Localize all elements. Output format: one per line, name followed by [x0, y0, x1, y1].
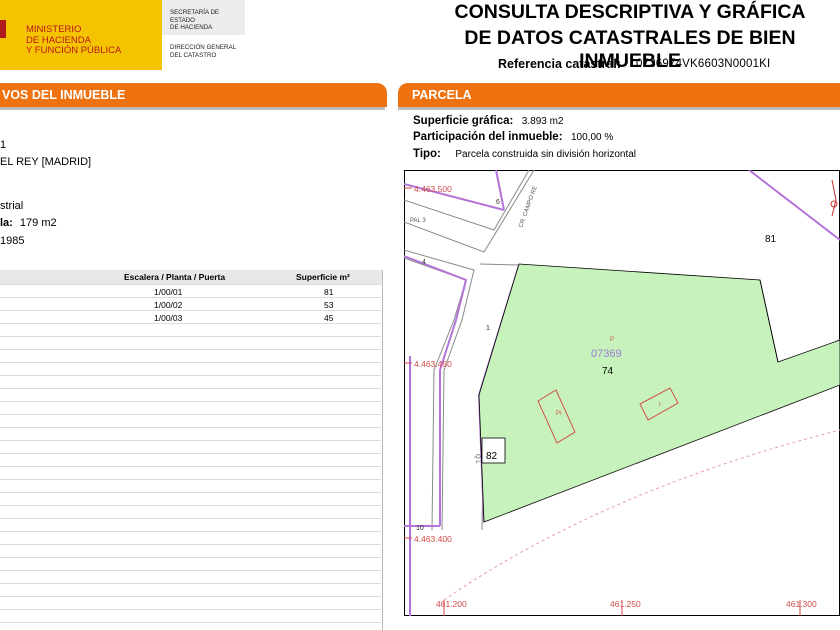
street-num-10: 10: [416, 525, 424, 532]
parcel-code: 07369: [591, 348, 622, 360]
ministry-line: MINISTERIO: [26, 24, 82, 35]
page-title-line-2: DE DATOS CATASTRALES DE BIEN INMUEBLE: [464, 27, 796, 72]
reference-value: 0736974VK6603N0001KI: [636, 58, 771, 70]
table-rule-line: [0, 440, 381, 441]
street-num-1: 1: [486, 325, 490, 332]
table-row-2-floor: 1/00/02: [154, 300, 183, 310]
tipo-row: Tipo: Parcela construida sin división ho…: [413, 144, 636, 162]
participacion-row: Participación del inmueble: 100,00 %: [413, 127, 613, 145]
y-coord-1: 4.463.500: [414, 184, 452, 194]
table-rule-line: [0, 401, 381, 402]
building-pi-label: PI: [556, 411, 562, 417]
table-rule-line: [0, 362, 381, 363]
secretaria-line: SECRETARÍA DE ESTADO: [170, 9, 220, 24]
tipo-value: Parcela construida sin división horizont…: [455, 149, 637, 160]
secretaria-text: SECRETARÍA DE ESTADO DE HACIENDA: [170, 9, 245, 32]
table-rule-line: [0, 596, 381, 597]
ql-label: Q L: [474, 454, 480, 464]
section-bar-shadow: [0, 107, 385, 110]
table-rule-line: [0, 284, 381, 285]
table-rule-line: [0, 583, 381, 584]
info-line-c: strial: [0, 200, 24, 212]
table-rule-line: [0, 492, 381, 493]
info-line-e: 1985: [0, 235, 25, 247]
pal-label: PAL 3: [410, 218, 426, 224]
table-rule-line: [0, 505, 381, 506]
coat-of-arms-icon: [0, 20, 6, 38]
table-rule-line: [0, 557, 381, 558]
info-line-d-value: 179 m2: [19, 217, 57, 229]
info-line-a: 1: [0, 139, 7, 151]
table-row-3-area: 45: [324, 313, 334, 323]
table-rule-line: [0, 453, 381, 454]
reference-label: Referencia catastral:: [498, 57, 621, 71]
y-coord-2: 4.463.450: [414, 359, 452, 369]
table-rule-line: [0, 531, 381, 532]
parcel-number: 74: [602, 366, 614, 377]
table-rule-line: [0, 388, 381, 389]
secretaria-line: DE HACIENDA: [170, 24, 213, 31]
table-rule-line: [0, 609, 381, 610]
parcel-letter: P: [610, 337, 614, 343]
header-escalera: Escalera / Planta / Puerta: [124, 272, 226, 282]
direccion-line: DEL CATASTRO: [170, 51, 217, 59]
table-rule-line: [0, 349, 381, 350]
table-row-1-floor: 1/00/01: [154, 287, 183, 297]
header-superficie: Superficie m²: [296, 272, 350, 282]
table-rule-line: [0, 310, 381, 311]
cadastral-map: 4.463.500 4.463.450 4.463.400 461.200 46…: [404, 170, 840, 616]
x-coord-1: 461.200: [436, 599, 467, 609]
tipo-label: Tipo:: [413, 148, 441, 160]
neighbor-82-label: 82: [486, 451, 498, 462]
superficie-label: Superficie gráfica:: [413, 115, 514, 127]
table-rule-line: [0, 336, 381, 337]
section-title-parcela: PARCELA: [412, 88, 472, 102]
units-table: [0, 270, 383, 630]
table-rule-line: [0, 570, 381, 571]
section-title-inmueble: VOS DEL INMUEBLE: [2, 88, 126, 102]
table-rule-line: [0, 375, 381, 376]
section-bar-inmueble: VOS DEL INMUEBLE: [0, 83, 387, 107]
table-rule-line: [0, 323, 381, 324]
table-rule-line: [0, 297, 381, 298]
units-table-header: Escalera / Planta / Puerta Superficie m²: [0, 270, 382, 284]
table-rule-line: [0, 544, 381, 545]
participacion-label: Participación del inmueble:: [413, 131, 563, 143]
table-rule-line: [0, 479, 381, 480]
x-coord-2: 461.250: [610, 599, 641, 609]
table-row-1-area: 81: [324, 287, 334, 297]
ministry-name: MINISTERIO DE HACIENDA Y FUNCIÓN PÚBLICA: [26, 24, 156, 57]
info-line-d: la: 179 m2: [0, 217, 57, 229]
x-coord-3: 461.300: [786, 599, 817, 609]
street-num-6: 6: [496, 199, 500, 206]
direccion-line: DIRECCIÓN GENERAL: [170, 44, 237, 51]
table-row-3-floor: 1/00/03: [154, 313, 183, 323]
ministry-line: Y FUNCIÓN PÚBLICA: [26, 45, 122, 56]
info-line-b: EL REY [MADRID]: [0, 156, 92, 168]
table-rule-line: [0, 466, 381, 467]
section-bar-shadow: [398, 107, 840, 110]
info-line-d-label: la:: [0, 217, 13, 229]
superficie-value: 3.893 m2: [521, 116, 564, 127]
table-rule-line: [0, 427, 381, 428]
table-rule-line: [0, 518, 381, 519]
table-rule-line: [0, 622, 381, 623]
street-num-4: 4: [422, 259, 426, 266]
participacion-value: 100,00 %: [571, 132, 614, 143]
y-coord-3: 4.463.400: [414, 534, 452, 544]
direccion-text: DIRECCIÓN GENERAL DEL CATASTRO: [170, 44, 245, 59]
neighbor-81-label: 81: [765, 234, 777, 245]
page-title-line-1: CONSULTA DESCRIPTIVA Y GRÁFICA: [454, 1, 806, 23]
table-rule-line: [0, 414, 381, 415]
section-bar-parcela: PARCELA: [398, 83, 840, 107]
table-row-2-area: 53: [324, 300, 334, 310]
